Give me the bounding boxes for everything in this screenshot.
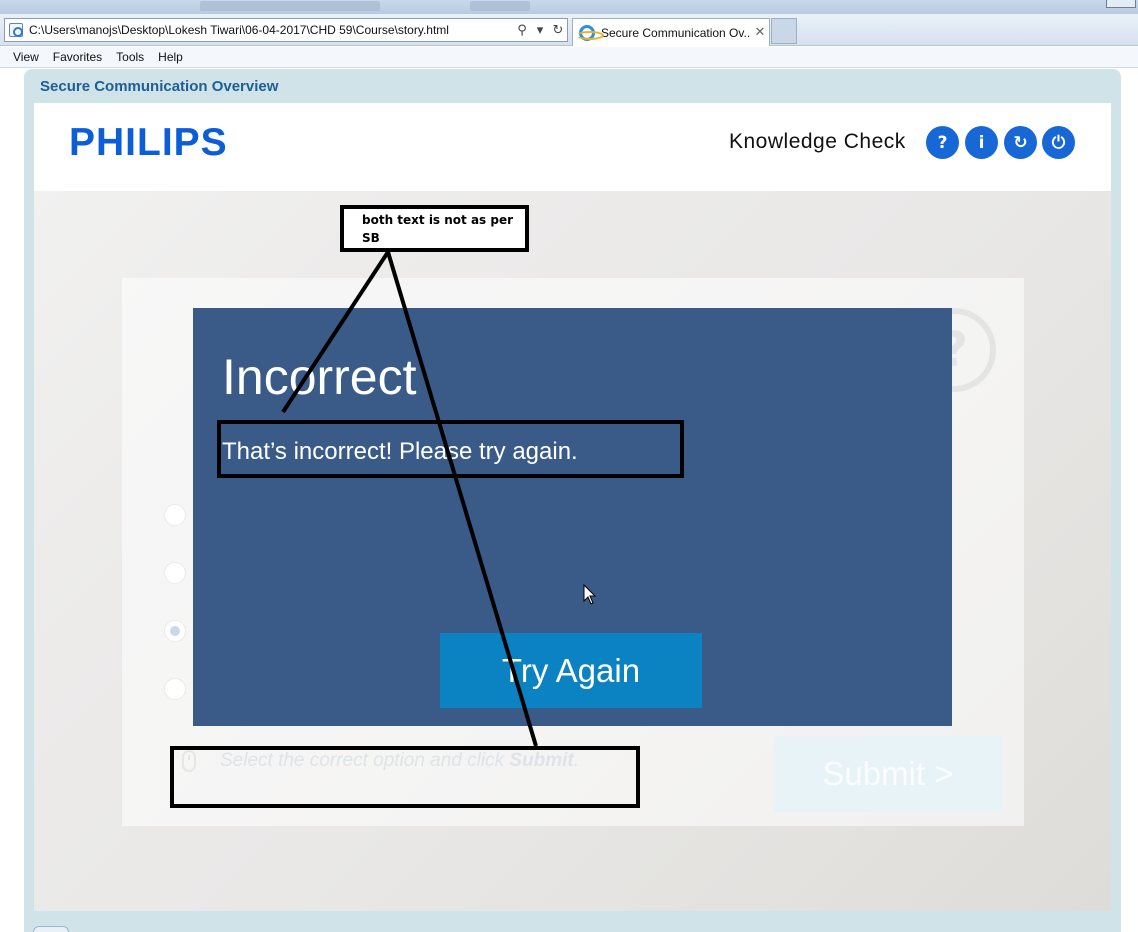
refresh-icon[interactable]: ↻	[549, 23, 567, 38]
annotation-note: both text is not as per SB	[340, 205, 529, 252]
instruction: Select the correct option and click Subm…	[182, 750, 579, 772]
menu-tools[interactable]: Tools	[116, 50, 144, 64]
mouse-icon	[182, 750, 196, 772]
browser-tab[interactable]: Secure Communication Ov... ✕	[572, 18, 770, 46]
power-icon[interactable]: ⏻	[1042, 126, 1075, 159]
info-icon[interactable]: i	[965, 126, 998, 159]
question-icon[interactable]: ?	[926, 126, 959, 159]
option-radio-3[interactable]	[164, 620, 186, 642]
player-title: Secure Communication Overview	[40, 78, 279, 95]
submit-button[interactable]: Submit >	[774, 736, 1002, 812]
window-control[interactable]	[1106, 0, 1136, 8]
close-icon[interactable]: ✕	[751, 25, 769, 40]
course-player: Secure Communication Overview PHILIPS Kn…	[24, 69, 1121, 932]
slide-header: PHILIPS Knowledge Check ? i ↻ ⏻	[34, 103, 1111, 191]
replay-icon[interactable]: ↻	[1004, 126, 1037, 159]
option-radio-2[interactable]	[164, 562, 186, 584]
section-label: Knowledge Check	[729, 130, 906, 153]
window-title-strip	[0, 0, 1138, 14]
menu-favorites[interactable]: Favorites	[53, 50, 102, 64]
option-radio-1[interactable]	[164, 504, 186, 526]
ie-icon	[576, 24, 604, 41]
browser-navbar: C:\Users\manojs\Desktop\Lokesh Tiwari\06…	[0, 14, 1138, 46]
tab-title[interactable]: Secure Communication Ov...	[601, 26, 751, 40]
menu-help[interactable]: Help	[158, 50, 183, 64]
feedback-dialog: Incorrect That’s incorrect! Please try a…	[193, 308, 952, 726]
chevron-down-icon[interactable]: ▾	[531, 23, 549, 38]
feedback-message: That’s incorrect! Please try again.	[222, 438, 578, 465]
slide: PHILIPS Knowledge Check ? i ↻ ⏻ ? Select…	[34, 103, 1111, 911]
feedback-title: Incorrect	[222, 349, 417, 405]
bottom-tab[interactable]	[33, 926, 69, 932]
menu-bar: View Favorites Tools Help	[0, 47, 1138, 68]
instruction-text: Select the correct option and click Subm…	[220, 750, 580, 771]
address-url[interactable]: C:\Users\manojs\Desktop\Lokesh Tiwari\06…	[29, 23, 513, 37]
philips-logo: PHILIPS	[69, 121, 228, 164]
address-bar[interactable]: C:\Users\manojs\Desktop\Lokesh Tiwari\06…	[4, 18, 568, 42]
try-again-button[interactable]: Try Again	[440, 633, 702, 708]
new-tab-button[interactable]	[771, 18, 797, 44]
search-icon[interactable]: ⚲	[513, 23, 531, 38]
option-radio-4[interactable]	[164, 678, 186, 700]
menu-view[interactable]: View	[13, 50, 39, 64]
mouse-cursor-icon	[583, 584, 597, 605]
page-icon	[9, 23, 23, 37]
